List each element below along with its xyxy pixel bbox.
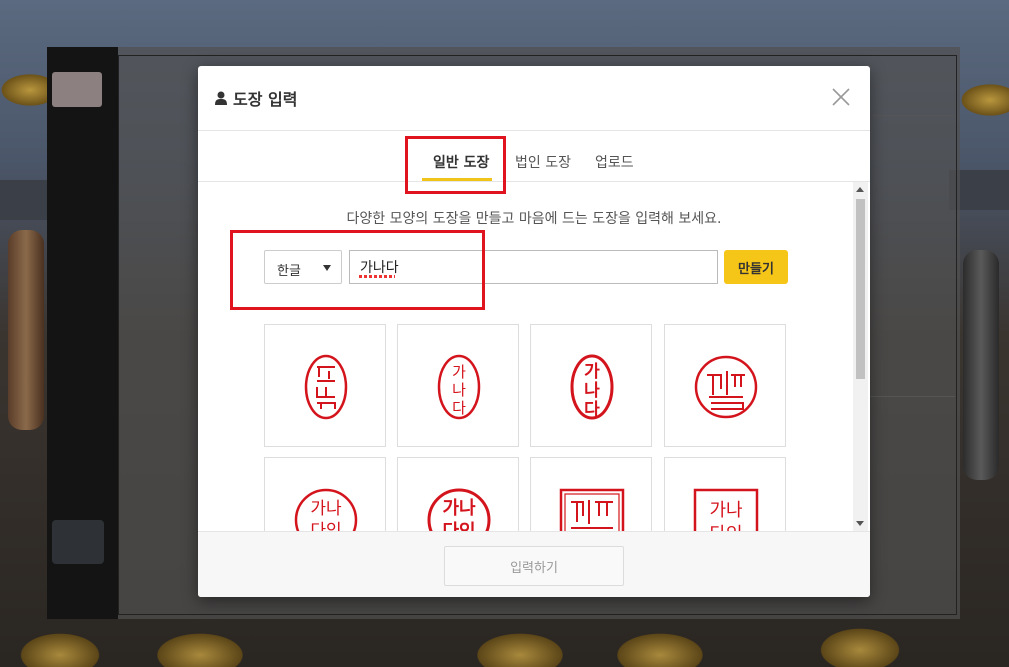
language-select[interactable]: 한글 [264, 250, 342, 284]
divider [870, 115, 955, 116]
stamp-char: 다인 [709, 524, 742, 531]
tab-regular-stamp[interactable]: 일반 도장 [433, 152, 489, 172]
caret-down-icon [323, 265, 331, 271]
stamp-tabs: 일반 도장 법인 도장 업로드 [198, 131, 870, 182]
stamp-char: 다인 [442, 521, 475, 531]
background-stamp-handle [963, 250, 999, 480]
stamp-scroll-area[interactable]: 다양한 모양의 도장을 만들고 마음에 드는 도장을 입력해 보세요. 한글 만… [198, 182, 870, 531]
divider [870, 396, 955, 397]
stamp-input-dialog: 도장 입력 일반 도장 법인 도장 업로드 다양한 모양의 도장을 만들고 마음… [198, 66, 870, 597]
tab-corporate-stamp[interactable]: 법인 도장 [515, 152, 571, 172]
stamp-option[interactable] [264, 324, 386, 447]
user-icon [215, 91, 227, 105]
stamp-option[interactable] [664, 324, 786, 447]
stamp-circle-bold-icon: 가나 다인 [427, 488, 491, 531]
submit-stamp-button[interactable]: 입력하기 [444, 546, 624, 586]
tab-upload[interactable]: 업로드 [595, 152, 634, 172]
scrollbar-thumb[interactable] [856, 199, 865, 379]
dialog-header: 도장 입력 [198, 66, 870, 131]
scroll-down-icon[interactable] [856, 521, 864, 526]
stamp-char: 나 [584, 381, 600, 401]
close-icon[interactable] [830, 86, 852, 108]
stamp-char: 가 [452, 363, 466, 381]
background-button [52, 72, 102, 107]
stamp-square-seal-script-icon [559, 488, 625, 531]
spellcheck-underline [359, 275, 395, 278]
dialog-title: 도장 입력 [233, 90, 298, 109]
vertical-scrollbar[interactable] [853, 182, 868, 531]
stamp-circle-plain-icon: 가나 다인 [294, 488, 358, 531]
stamp-oval-plain-icon: 가 나 다 [437, 354, 481, 420]
stamp-option[interactable]: 가 나 다 [530, 324, 652, 447]
background-stamp-handle [8, 230, 44, 430]
stamp-option[interactable]: 가 나 다 [397, 324, 519, 447]
stamp-oval-seal-script-icon [304, 354, 348, 420]
stamp-char: 다인 [310, 521, 341, 531]
stamp-option[interactable] [530, 457, 652, 531]
make-stamp-button[interactable]: 만들기 [724, 250, 788, 284]
active-tab-indicator [422, 178, 492, 181]
stamp-char: 가나 [310, 499, 342, 519]
stamp-char: 다 [584, 400, 600, 420]
stamp-option[interactable]: 가나 다인 [264, 457, 386, 531]
stamp-oval-bold-icon: 가 나 다 [570, 354, 614, 420]
stamp-square-plain-icon: 가나 다인 [693, 488, 759, 531]
background-button [52, 520, 104, 564]
stamp-circle-seal-script-icon [694, 355, 758, 419]
stamp-char: 가나 [442, 498, 476, 519]
description-text: 다양한 모양의 도장을 만들고 마음에 드는 도장을 입력해 보세요. [346, 211, 722, 227]
stamp-option[interactable]: 가나 다인 [664, 457, 786, 531]
language-select-value: 한글 [277, 264, 301, 279]
stamp-char: 가 [584, 362, 600, 382]
dialog-footer: 입력하기 [198, 531, 870, 597]
stamp-char: 가나 [709, 500, 742, 521]
stamp-char: 다 [452, 399, 466, 417]
dialog-title-wrap: 도장 입력 [215, 86, 297, 110]
scroll-up-icon[interactable] [856, 187, 864, 192]
stamp-option[interactable]: 가나 다인 [397, 457, 519, 531]
stamp-name-input[interactable] [349, 250, 718, 284]
stamp-char: 나 [452, 381, 466, 399]
